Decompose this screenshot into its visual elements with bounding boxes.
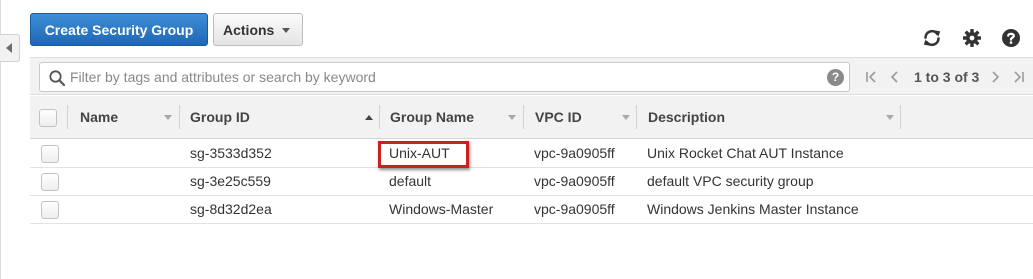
- select-all-checkbox[interactable]: [39, 109, 57, 127]
- help-icon[interactable]: [1000, 27, 1022, 49]
- cell-vpc-id: vpc-9a0905ff: [534, 145, 615, 161]
- first-page-icon[interactable]: [864, 68, 878, 86]
- pagination-label: 1 to 3 of 3: [914, 69, 980, 85]
- column-header-group-name[interactable]: Group Name: [390, 96, 474, 138]
- row-checkbox[interactable]: [41, 173, 59, 191]
- actions-dropdown-button[interactable]: Actions: [213, 13, 303, 46]
- column-divider: [67, 105, 68, 129]
- next-page-icon[interactable]: [988, 68, 1002, 86]
- cell-group-id: sg-3533d352: [190, 145, 272, 161]
- sort-ascending-icon[interactable]: [365, 115, 373, 120]
- cell-description: Windows Jenkins Master Instance: [647, 201, 859, 217]
- cell-vpc-id: vpc-9a0905ff: [534, 201, 615, 217]
- column-divider: [900, 105, 901, 129]
- table-header: Name Group ID Group Name VPC ID Descript…: [30, 96, 1033, 139]
- column-header-group-id[interactable]: Group ID: [190, 96, 250, 138]
- column-menu-icon[interactable]: [622, 115, 630, 120]
- collapse-panel-button[interactable]: [0, 34, 20, 62]
- table-row[interactable]: sg-3533d352 Unix-AUT vpc-9a0905ff Unix R…: [30, 140, 1033, 168]
- column-divider: [179, 105, 180, 129]
- cell-group-name: default: [389, 173, 432, 189]
- row-checkbox[interactable]: [41, 201, 59, 219]
- cell-group-id: sg-8d32d2ea: [190, 201, 272, 217]
- table-row[interactable]: sg-8d32d2ea Windows-Master vpc-9a0905ff …: [30, 196, 1033, 224]
- table-row[interactable]: sg-3e25c559 default vpc-9a0905ff default…: [30, 168, 1033, 196]
- cell-group-id: sg-3e25c559: [190, 173, 271, 189]
- search-input[interactable]: [70, 67, 800, 87]
- column-divider: [636, 105, 637, 129]
- pagination: 1 to 3 of 3: [864, 68, 1026, 86]
- create-security-group-button[interactable]: Create Security Group: [30, 13, 208, 46]
- search-box[interactable]: ?: [39, 62, 850, 92]
- cell-vpc-id: vpc-9a0905ff: [534, 173, 615, 189]
- gear-icon[interactable]: [961, 27, 983, 49]
- last-page-icon[interactable]: [1012, 68, 1026, 86]
- create-security-group-label: Create Security Group: [44, 21, 194, 38]
- refresh-icon[interactable]: [921, 27, 943, 49]
- cell-group-name: Windows-Master: [389, 201, 494, 217]
- column-menu-icon[interactable]: [886, 115, 894, 120]
- chevron-down-icon: [282, 27, 291, 33]
- column-divider: [523, 105, 524, 129]
- cell-description: default VPC security group: [647, 173, 814, 189]
- column-header-description[interactable]: Description: [648, 96, 725, 138]
- row-checkbox[interactable]: [41, 145, 59, 163]
- column-divider: [379, 105, 380, 129]
- search-icon: [49, 70, 66, 87]
- cell-group-name: Unix-AUT: [389, 145, 450, 161]
- column-menu-icon[interactable]: [508, 115, 516, 120]
- filter-bar: ? 1 to 3 of 3: [30, 57, 1033, 95]
- column-header-vpc-id[interactable]: VPC ID: [535, 96, 582, 138]
- cell-description: Unix Rocket Chat AUT Instance: [647, 145, 844, 161]
- previous-page-icon[interactable]: [888, 68, 902, 86]
- actions-label: Actions: [223, 21, 275, 38]
- column-header-name[interactable]: Name: [80, 96, 118, 138]
- column-menu-icon[interactable]: [164, 115, 172, 120]
- search-help-icon[interactable]: ?: [827, 69, 844, 86]
- chevron-left-icon: [5, 43, 12, 53]
